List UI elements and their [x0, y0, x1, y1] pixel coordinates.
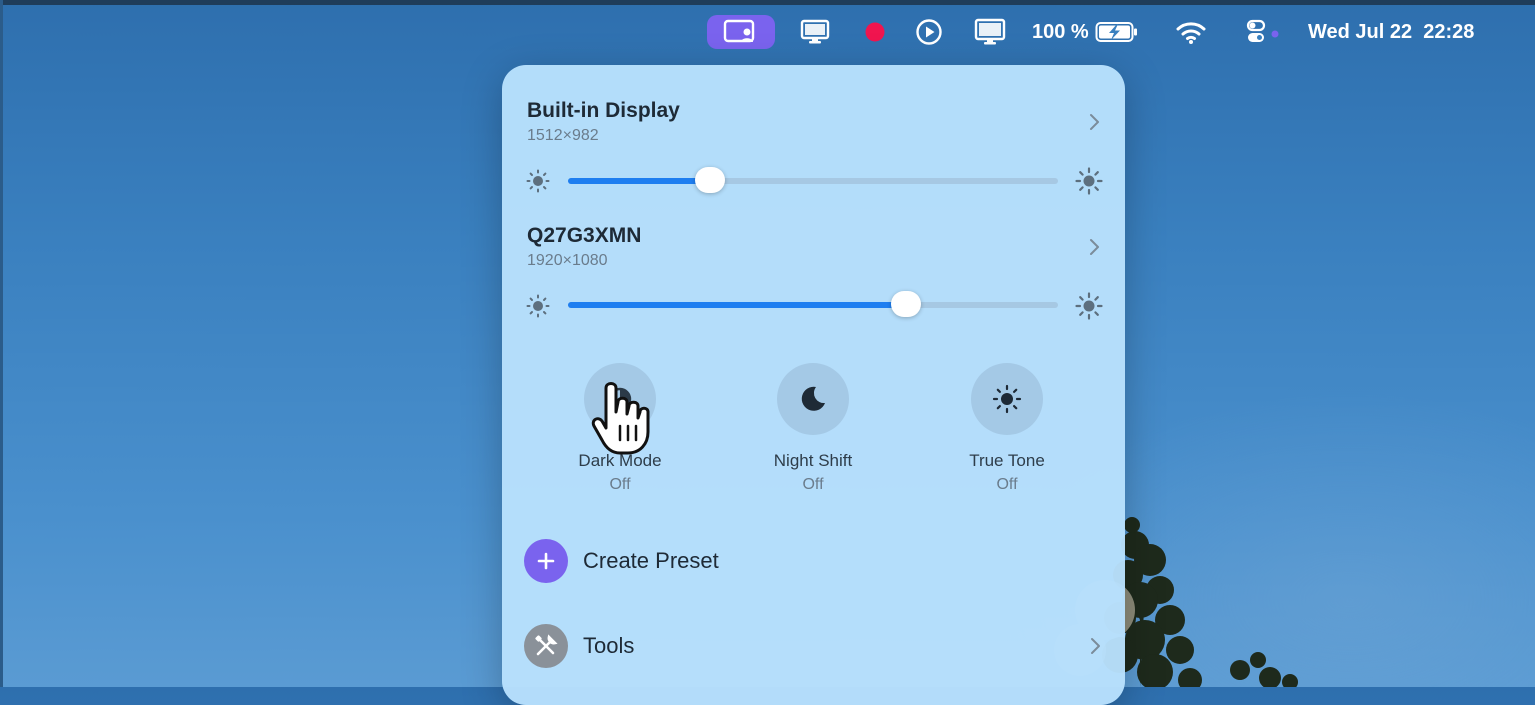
toggle-label: Night Shift — [773, 451, 853, 470]
plus-icon — [524, 539, 568, 583]
slider-fill — [568, 302, 907, 308]
slider-fill — [568, 178, 711, 184]
hand-pointer-cursor-icon — [591, 382, 650, 455]
control-center-icon[interactable] — [1238, 15, 1286, 49]
brightness-high-icon — [1075, 292, 1103, 320]
display-name-external: Q27G3XMN — [527, 224, 642, 247]
monitor-icon[interactable] — [798, 15, 832, 49]
sun-icon — [992, 384, 1022, 414]
create-preset-button[interactable]: Create Preset — [524, 538, 1104, 584]
recording-indicator-icon[interactable] — [858, 15, 892, 49]
wifi-icon[interactable] — [1172, 15, 1210, 49]
brightness-high-icon — [1075, 167, 1103, 195]
toggle-state: Off — [996, 476, 1018, 493]
true-tone-button[interactable] — [971, 363, 1043, 435]
menubar-clock[interactable]: Wed Jul 22 22:28 — [1308, 15, 1508, 49]
display-app-menu-icon[interactable] — [707, 15, 775, 49]
toggle-state: Off — [802, 476, 824, 493]
chevron-right-icon — [1091, 638, 1100, 654]
slider-thumb[interactable] — [891, 291, 922, 317]
tools-icon — [524, 624, 568, 668]
chevron-right-icon[interactable] — [1087, 112, 1101, 132]
display-name-builtin: Built-in Display — [527, 99, 680, 122]
brightness-slider-external[interactable] — [568, 291, 1058, 317]
moon-icon — [801, 386, 825, 411]
toggle-label: True Tone — [969, 451, 1045, 470]
display-resolution-external: 1920×1080 — [527, 252, 608, 269]
brightness-low-icon — [526, 169, 550, 193]
battery-charging-icon — [1095, 22, 1137, 42]
slider-thumb[interactable] — [695, 167, 726, 193]
menu-bar: 100 % Wed Jul 22 22:28 — [0, 5, 1535, 57]
battery-status[interactable]: 100 % — [1032, 15, 1146, 49]
tools-label: Tools — [583, 633, 635, 658]
brightness-low-icon — [526, 294, 550, 318]
window-frame-left — [0, 0, 3, 687]
night-shift-button[interactable] — [777, 363, 849, 435]
screen-mirroring-icon[interactable] — [972, 15, 1008, 49]
tools-menu-item[interactable]: Tools — [524, 623, 1104, 669]
true-tone-toggle[interactable]: True Tone Off — [947, 363, 1067, 494]
chevron-right-icon[interactable] — [1087, 237, 1101, 257]
toggle-state: Off — [609, 476, 631, 493]
night-shift-toggle[interactable]: Night Shift Off — [753, 363, 873, 494]
create-preset-label: Create Preset — [583, 548, 719, 573]
battery-percent: 100 % — [1032, 20, 1089, 43]
play-icon[interactable] — [912, 15, 946, 49]
brightness-slider-builtin[interactable] — [568, 167, 1058, 193]
datetime-text: Wed Jul 22 22:28 — [1308, 20, 1475, 43]
display-resolution-builtin: 1512×982 — [527, 127, 599, 144]
